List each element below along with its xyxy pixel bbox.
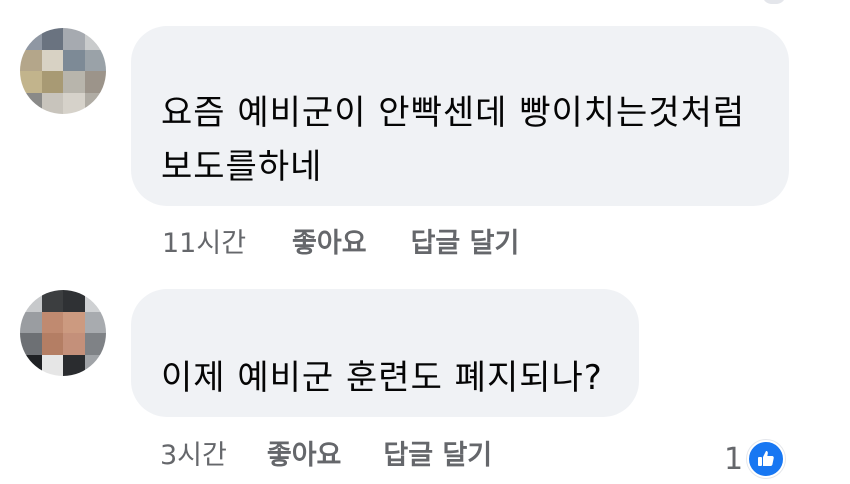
comment-text: 이제 예비군 훈련도 폐지되나? [161, 358, 603, 398]
reply-button[interactable]: 답글 달기 [411, 221, 520, 260]
partial-reaction-icon [762, 0, 786, 4]
reply-button[interactable]: 답글 달기 [383, 433, 492, 472]
comment-meta: 11시간 좋아요 답글 달기 [162, 220, 519, 260]
reaction-summary[interactable]: 1 [724, 440, 786, 478]
avatar[interactable] [20, 28, 106, 114]
avatar[interactable] [20, 290, 106, 376]
thumbs-up-icon [747, 440, 786, 478]
comment-bubble: 이제 예비군 훈련도 폐지되나? [131, 289, 639, 417]
like-button[interactable]: 좋아요 [267, 433, 342, 472]
reaction-count: 1 [724, 441, 744, 477]
comment-timestamp[interactable]: 11시간 [162, 221, 246, 260]
comment-meta: 3시간 좋아요 답글 달기 [160, 432, 492, 472]
like-button[interactable]: 좋아요 [292, 221, 367, 260]
comment-timestamp[interactable]: 3시간 [160, 433, 227, 472]
comment-text: 요즘 예비군이 안빡센데 빵이치는것처럼 보도를하네 [161, 93, 746, 187]
comment-bubble: 요즘 예비군이 안빡센데 빵이치는것처럼 보도를하네 [131, 26, 789, 206]
